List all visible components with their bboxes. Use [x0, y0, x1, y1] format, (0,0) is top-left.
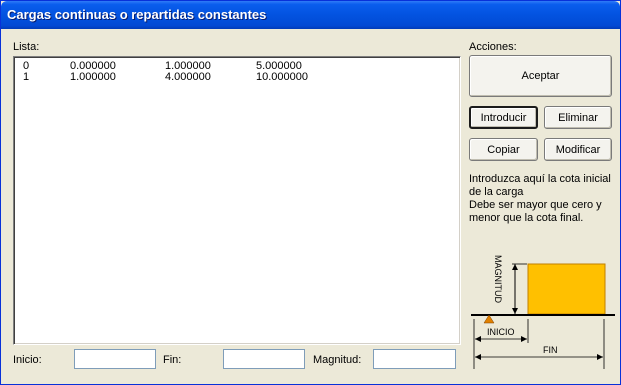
start-input[interactable] — [74, 349, 156, 369]
magnitude-label: MAGNITUD — [493, 255, 503, 303]
list-cell: 1 — [23, 71, 30, 83]
load-diagram: MAGNITUD INICIO FIN — [467, 247, 617, 377]
loads-listbox[interactable]: 0 0.000000 1.000000 5.000000 1 1.000000 4.0000… — [13, 56, 461, 345]
dialog-window: Cargas continuas o repartidas constantes… — [0, 0, 621, 385]
title-bar[interactable]: Cargas continuas o repartidas constantes — [1, 1, 620, 29]
list-cell: 1.000000 — [70, 71, 116, 83]
window-title: Cargas continuas o repartidas constantes — [7, 7, 267, 22]
help-line: Debe ser mayor que cero y — [469, 199, 602, 211]
support-triangle-icon — [483, 314, 495, 324]
help-line: menor que la cota final. — [469, 212, 584, 224]
insert-button[interactable]: Introducir — [469, 106, 538, 129]
list-cell: 4.000000 — [165, 71, 211, 83]
help-text: Introduzca aquí la cota inicial de la ca… — [469, 173, 617, 225]
list-label: Lista: — [13, 41, 40, 53]
end-field-label: Fin: — [163, 354, 182, 366]
copy-button[interactable]: Copiar — [469, 138, 538, 161]
accept-button[interactable]: Aceptar — [469, 55, 612, 97]
start-label: INICIO — [487, 327, 515, 337]
delete-button[interactable]: Eliminar — [544, 106, 612, 129]
help-line: Introduzca aquí la cota inicial — [469, 173, 611, 185]
end-label: FIN — [543, 345, 558, 355]
actions-label: Acciones: — [469, 41, 517, 53]
magnitude-field-label: Magnitud: — [313, 354, 362, 366]
list-cell: 10.000000 — [256, 71, 308, 83]
help-line: de la carga — [469, 186, 524, 198]
end-input[interactable] — [223, 349, 305, 369]
modify-button[interactable]: Modificar — [544, 138, 612, 161]
list-item[interactable]: 1 1.000000 4.000000 10.000000 — [14, 71, 460, 83]
start-field-label: Inicio: — [13, 354, 42, 366]
load-block — [527, 263, 606, 315]
magnitude-input[interactable] — [373, 349, 456, 369]
